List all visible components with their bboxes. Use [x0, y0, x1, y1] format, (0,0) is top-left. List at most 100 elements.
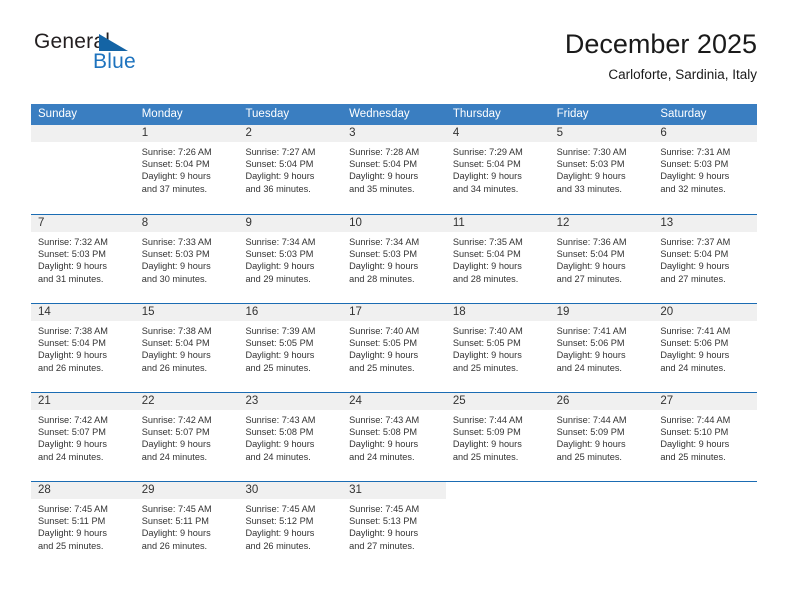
day-number: 2 — [245, 127, 252, 139]
day-number-band: 29 — [134, 482, 239, 499]
day-details: Sunrise: 7:44 AM Sunset: 5:09 PM Daylight:… — [446, 410, 550, 463]
sunrise-text: Sunrise: 7:42 AM — [38, 415, 108, 425]
daylight-text-line1: Daylight: 9 hours — [452, 350, 522, 361]
day-cell[interactable]: 4 Sunrise: 7:29 AM Sunset: 5:04 PM Daylight… — [445, 125, 550, 214]
day-cell[interactable]: 5 Sunrise: 7:30 AM Sunset: 5:03 PM Daylight… — [549, 125, 654, 214]
day-number-band: 28 — [31, 482, 135, 499]
daylight-text-line2: and 28 minutes. — [452, 273, 519, 284]
day-cell[interactable]: 24 Sunrise: 7:43 AM Sunset: 5:08 PM Dayligh… — [342, 393, 446, 481]
day-details: Sunrise: 7:44 AM Sunset: 5:09 PM Daylight:… — [550, 410, 654, 463]
sunset-text: Sunset: 5:13 PM — [349, 516, 418, 527]
day-number-band: 3 — [342, 125, 446, 142]
sunset-text: Sunset: 5:04 PM — [141, 338, 210, 349]
sunset-text: Sunset: 5:04 PM — [141, 159, 210, 170]
day-cell[interactable]: 22 Sunrise: 7:42 AM Sunset: 5:07 PM Dayligh… — [134, 393, 239, 481]
day-cell[interactable]: 8 Sunrise: 7:33 AM Sunset: 5:03 PM Daylight… — [134, 215, 239, 303]
day-cell[interactable]: 9 Sunrise: 7:34 AM Sunset: 5:03 PM Daylight… — [238, 215, 343, 303]
day-number-band — [31, 125, 135, 142]
day-cell[interactable]: 3 Sunrise: 7:28 AM Sunset: 5:04 PM Daylight… — [342, 125, 446, 214]
daylight-text-line2: and 24 minutes. — [556, 362, 622, 373]
day-number: 6 — [660, 127, 667, 139]
sunrise-text: Sunrise: 7:45 AM — [141, 504, 212, 514]
sunrise-text: Sunrise: 7:45 AM — [349, 504, 420, 514]
day-cell[interactable]: 20 Sunrise: 7:41 AM Sunset: 5:06 PM Dayligh… — [653, 304, 758, 392]
day-number: 4 — [452, 127, 460, 139]
day-cell[interactable]: 17 Sunrise: 7:40 AM Sunset: 5:05 PM Dayligh… — [342, 304, 446, 392]
daylight-text-line2: and 30 minutes. — [141, 273, 208, 284]
daylight-text-line2: and 27 minutes. — [556, 273, 622, 284]
day-details: Sunrise: 7:37 AM Sunset: 5:04 PM Daylight:… — [653, 232, 757, 285]
sunrise-text: Sunrise: 7:35 AM — [452, 237, 523, 247]
day-cell[interactable]: 30 Sunrise: 7:45 AM Sunset: 5:12 PM Dayligh… — [238, 482, 343, 570]
day-cell[interactable]: 19 Sunrise: 7:41 AM Sunset: 5:06 PM Dayligh… — [549, 304, 654, 392]
daylight-text-line1: Daylight: 9 hours — [556, 350, 626, 361]
daylight-text-line1: Daylight: 9 hours — [141, 171, 211, 182]
daylight-text-line2: and 33 minutes. — [556, 183, 622, 194]
sunrise-text: Sunrise: 7:33 AM — [141, 237, 212, 247]
day-cell[interactable]: 12 Sunrise: 7:36 AM Sunset: 5:04 PM Dayligh… — [549, 215, 654, 303]
sunrise-text: Sunrise: 7:38 AM — [141, 326, 212, 336]
day-cell[interactable]: 16 Sunrise: 7:39 AM Sunset: 5:05 PM Dayligh… — [238, 304, 343, 392]
day-number-band: 14 — [31, 304, 135, 321]
day-number-band: 17 — [342, 304, 446, 321]
day-cell[interactable]: 15 Sunrise: 7:38 AM Sunset: 5:04 PM Dayligh… — [134, 304, 239, 392]
day-cell[interactable]: 23 Sunrise: 7:43 AM Sunset: 5:08 PM Dayligh… — [238, 393, 343, 481]
sunset-text: Sunset: 5:05 PM — [349, 338, 418, 349]
daylight-text-line1: Daylight: 9 hours — [452, 171, 522, 182]
day-cell[interactable]: 26 Sunrise: 7:44 AM Sunset: 5:09 PM Dayligh… — [549, 393, 654, 481]
day-number-band: 5 — [549, 125, 654, 142]
sunset-text: Sunset: 5:07 PM — [141, 427, 210, 438]
day-details: Sunrise: 7:26 AM Sunset: 5:04 PM Daylight:… — [135, 142, 239, 195]
day-cell[interactable]: 14 Sunrise: 7:38 AM Sunset: 5:04 PM Dayligh… — [31, 304, 135, 392]
day-details: Sunrise: 7:35 AM Sunset: 5:04 PM Daylight:… — [446, 232, 550, 285]
day-cell[interactable]: 11 Sunrise: 7:35 AM Sunset: 5:04 PM Dayligh… — [445, 215, 550, 303]
day-cell[interactable]: 1 Sunrise: 7:26 AM Sunset: 5:04 PM Daylight… — [134, 125, 239, 214]
day-details: Sunrise: 7:40 AM Sunset: 5:05 PM Daylight:… — [342, 321, 446, 374]
day-number: 1 — [141, 127, 149, 139]
day-number: 17 — [349, 306, 362, 318]
day-number: 15 — [141, 306, 155, 318]
day-cell[interactable]: 25 Sunrise: 7:44 AM Sunset: 5:09 PM Dayligh… — [445, 393, 550, 481]
day-details: Sunrise: 7:43 AM Sunset: 5:08 PM Daylight:… — [342, 410, 446, 463]
day-cell-empty — [653, 482, 757, 570]
day-cell[interactable]: 6 Sunrise: 7:31 AM Sunset: 5:03 PM Daylight… — [653, 125, 758, 214]
sunrise-text: Sunrise: 7:45 AM — [245, 504, 316, 514]
day-number-band: 16 — [238, 304, 343, 321]
sunrise-text: Sunrise: 7:38 AM — [38, 326, 108, 336]
day-cell[interactable]: 28 Sunrise: 7:45 AM Sunset: 5:11 PM Dayligh… — [31, 482, 135, 570]
day-cell-empty — [446, 482, 550, 570]
day-details: Sunrise: 7:34 AM Sunset: 5:03 PM Daylight:… — [238, 232, 342, 285]
day-details: Sunrise: 7:45 AM Sunset: 5:11 PM Daylight:… — [135, 499, 239, 552]
day-cell[interactable]: 29 Sunrise: 7:45 AM Sunset: 5:11 PM Dayligh… — [134, 482, 239, 570]
day-cell[interactable]: 2 Sunrise: 7:27 AM Sunset: 5:04 PM Daylight… — [238, 125, 343, 214]
calendar-grid: Sunday Monday Tuesday Wednesday Thursday… — [31, 104, 758, 570]
brand-name-blue: Blue — [93, 50, 136, 73]
day-details: Sunrise: 7:28 AM Sunset: 5:04 PM Daylight:… — [342, 142, 446, 195]
day-cell[interactable]: 27 Sunrise: 7:44 AM Sunset: 5:10 PM Dayligh… — [653, 393, 758, 481]
day-cell[interactable]: 10 Sunrise: 7:34 AM Sunset: 5:03 PM Dayligh… — [342, 215, 446, 303]
day-cell[interactable]: 31 Sunrise: 7:45 AM Sunset: 5:13 PM Dayligh… — [342, 482, 446, 570]
sunset-text: Sunset: 5:03 PM — [38, 249, 106, 260]
sunset-text: Sunset: 5:03 PM — [660, 159, 729, 170]
day-cell[interactable]: 18 Sunrise: 7:40 AM Sunset: 5:05 PM Dayligh… — [445, 304, 550, 392]
sunset-text: Sunset: 5:11 PM — [38, 516, 106, 527]
title-block: December 2025 Carloforte, Sardinia, Ital… — [565, 28, 757, 85]
week-row: 28 Sunrise: 7:45 AM Sunset: 5:11 PM Dayligh… — [31, 481, 757, 570]
day-cell[interactable]: 13 Sunrise: 7:37 AM Sunset: 5:04 PM Dayligh… — [653, 215, 758, 303]
day-number: 9 — [245, 217, 252, 229]
day-details: Sunrise: 7:36 AM Sunset: 5:04 PM Daylight:… — [550, 232, 654, 285]
day-details: Sunrise: 7:32 AM Sunset: 5:03 PM Daylight:… — [31, 232, 135, 285]
day-cell[interactable]: 21 Sunrise: 7:42 AM Sunset: 5:07 PM Dayligh… — [31, 393, 135, 481]
day-number: 13 — [660, 217, 674, 229]
sunrise-text: Sunrise: 7:44 AM — [556, 415, 627, 425]
sunset-text: Sunset: 5:05 PM — [452, 338, 521, 349]
day-number-band: 30 — [238, 482, 343, 499]
day-details: Sunrise: 7:45 AM Sunset: 5:12 PM Daylight:… — [238, 499, 342, 552]
daylight-text-line2: and 36 minutes. — [245, 183, 311, 194]
sunset-text: Sunset: 5:03 PM — [349, 249, 418, 260]
day-details: Sunrise: 7:29 AM Sunset: 5:04 PM Daylight:… — [446, 142, 550, 195]
daylight-text-line1: Daylight: 9 hours — [38, 261, 107, 272]
day-details: Sunrise: 7:45 AM Sunset: 5:13 PM Daylight:… — [342, 499, 446, 552]
weekday-header-row: Sunday Monday Tuesday Wednesday Thursday… — [31, 104, 757, 125]
day-cell[interactable]: 7 Sunrise: 7:32 AM Sunset: 5:03 PM Daylight… — [31, 215, 135, 303]
